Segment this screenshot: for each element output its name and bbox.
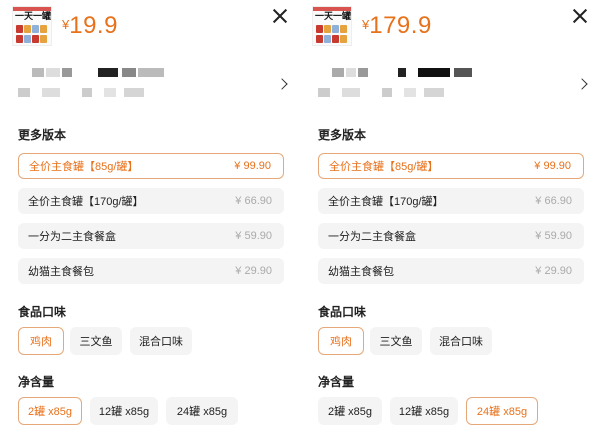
- product-thumbnail: 一天一罐: [12, 6, 52, 46]
- thumb-label: 一天一罐: [314, 12, 351, 22]
- close-icon[interactable]: [272, 8, 288, 24]
- version-option[interactable]: 一分为二主食餐盒 ¥ 59.90: [318, 223, 584, 249]
- net-content-chip[interactable]: 24罐 x85g: [166, 397, 238, 425]
- net-content-title: 净含量: [318, 375, 355, 389]
- version-price: ¥ 29.90: [235, 265, 272, 277]
- version-name: 幼猫主食餐包: [28, 266, 94, 278]
- version-option[interactable]: 全价主食罐【170g/罐】 ¥ 66.90: [18, 188, 284, 214]
- net-content-title: 净含量: [18, 375, 55, 389]
- more-versions-title: 更多版本: [318, 128, 367, 142]
- sku-panel-right: 一天一罐 ¥179.9 更多版本 全价主食罐【85g/罐】 ¥ 99.90 全价…: [300, 0, 600, 439]
- net-content-chip[interactable]: 2罐 x85g: [18, 397, 82, 425]
- more-versions-title: 更多版本: [18, 128, 67, 142]
- thumb-cans: [16, 25, 50, 43]
- version-price: ¥ 66.90: [235, 195, 272, 207]
- price-value: 19.9: [69, 12, 118, 39]
- net-content-chip[interactable]: 12罐 x85g: [390, 397, 458, 425]
- version-price: ¥ 29.90: [535, 265, 572, 277]
- flavor-title: 食品口味: [318, 305, 367, 319]
- delivery-address-redacted[interactable]: [18, 68, 258, 102]
- thumb-label: 一天一罐: [14, 12, 51, 22]
- version-name: 全价主食罐【85g/罐】: [329, 161, 439, 173]
- net-content-chip[interactable]: 2罐 x85g: [318, 397, 382, 425]
- flavor-title: 食品口味: [18, 305, 67, 319]
- net-content-chip[interactable]: 12罐 x85g: [90, 397, 158, 425]
- version-price: ¥ 59.90: [235, 230, 272, 242]
- net-content-chip[interactable]: 24罐 x85g: [466, 397, 538, 425]
- version-name: 全价主食罐【170g/罐】: [28, 196, 144, 208]
- version-price: ¥ 59.90: [535, 230, 572, 242]
- flavor-chip[interactable]: 混合口味: [430, 327, 492, 355]
- chevron-right-icon[interactable]: [576, 78, 588, 90]
- version-price: ¥ 66.90: [535, 195, 572, 207]
- flavor-chip[interactable]: 混合口味: [130, 327, 192, 355]
- close-icon[interactable]: [572, 8, 588, 24]
- version-name: 一分为二主食餐盒: [28, 231, 116, 243]
- version-name: 幼猫主食餐包: [328, 266, 394, 278]
- product-thumbnail: 一天一罐: [312, 6, 352, 46]
- version-option[interactable]: 全价主食罐【85g/罐】 ¥ 99.90: [318, 153, 584, 179]
- version-option[interactable]: 全价主食罐【85g/罐】 ¥ 99.90: [18, 153, 284, 179]
- version-name: 全价主食罐【85g/罐】: [29, 161, 139, 173]
- version-option[interactable]: 全价主食罐【170g/罐】 ¥ 66.90: [318, 188, 584, 214]
- flavor-chip[interactable]: 三文鱼: [70, 327, 122, 355]
- version-name: 全价主食罐【170g/罐】: [328, 196, 444, 208]
- version-option[interactable]: 一分为二主食餐盒 ¥ 59.90: [18, 223, 284, 249]
- flavor-chip[interactable]: 鸡肉: [18, 327, 64, 355]
- price-value: 179.9: [369, 12, 432, 39]
- version-price: ¥ 99.90: [534, 160, 571, 172]
- thumb-cans: [316, 25, 350, 43]
- sku-panel-left: 一天一罐 ¥19.9 更多版本 全价主食罐【85g/罐】 ¥ 99.90 全价主…: [0, 0, 300, 439]
- flavor-chip[interactable]: 鸡肉: [318, 327, 364, 355]
- version-price: ¥ 99.90: [234, 160, 271, 172]
- version-name: 一分为二主食餐盒: [328, 231, 416, 243]
- version-option[interactable]: 幼猫主食餐包 ¥ 29.90: [18, 258, 284, 284]
- price: ¥179.9: [362, 12, 432, 40]
- chevron-right-icon[interactable]: [276, 78, 288, 90]
- flavor-chip[interactable]: 三文鱼: [370, 327, 422, 355]
- price: ¥19.9: [62, 12, 118, 40]
- delivery-address-redacted[interactable]: [318, 68, 558, 102]
- version-option[interactable]: 幼猫主食餐包 ¥ 29.90: [318, 258, 584, 284]
